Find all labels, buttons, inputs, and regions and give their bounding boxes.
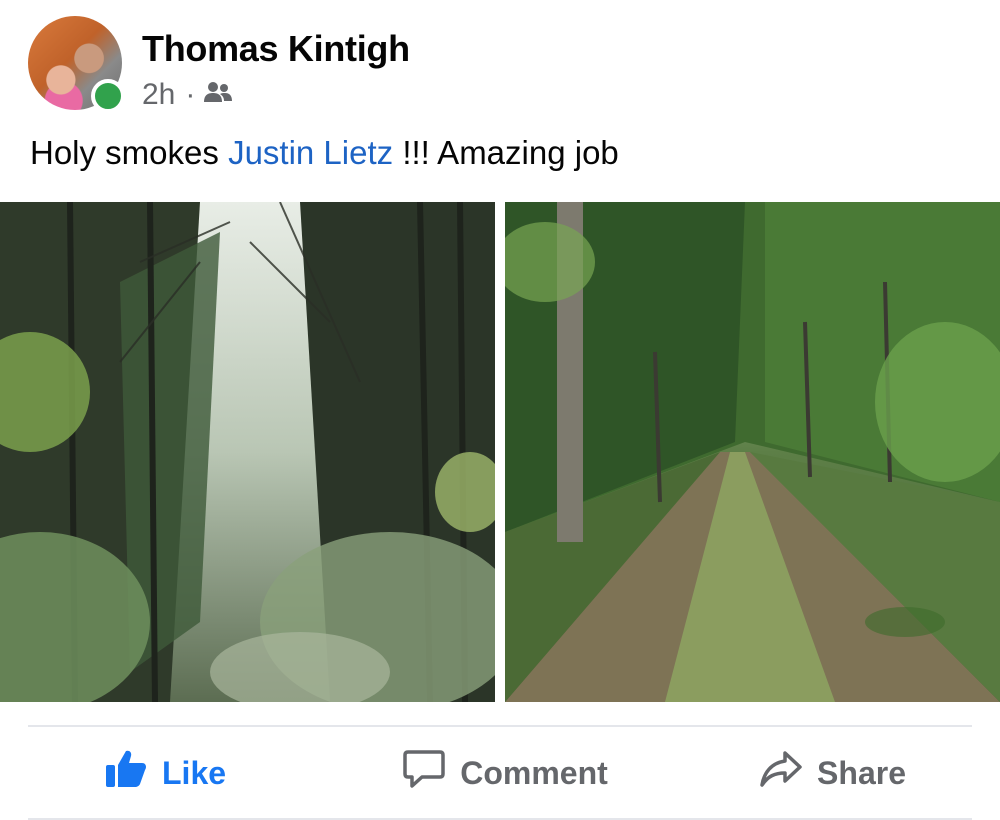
post-text-prefix: Holy smokes: [30, 134, 219, 171]
like-label: Like: [162, 754, 227, 791]
like-button[interactable]: Like: [28, 728, 371, 818]
share-arrow-icon: [759, 749, 817, 797]
post-timestamp[interactable]: 2h: [142, 78, 175, 112]
online-status-indicator: [91, 79, 125, 113]
share-button[interactable]: Share: [639, 728, 972, 818]
actions-divider-top: [28, 725, 972, 727]
post-meta: 2h ·: [142, 78, 233, 112]
photo-forest-canopy[interactable]: [0, 202, 495, 702]
photo-forest-trail[interactable]: [505, 202, 1000, 702]
comment-button[interactable]: Comment: [371, 728, 638, 818]
share-label: Share: [817, 754, 906, 791]
post-text-suffix: !!! Amazing job: [402, 134, 619, 171]
post-actions-bar: Like Comment Share: [28, 728, 972, 818]
mention-link[interactable]: Justin Lietz: [228, 134, 393, 171]
comment-label: Comment: [460, 754, 608, 791]
meta-separator: ·: [185, 78, 196, 111]
friends-icon: [203, 78, 233, 112]
post-header: Thomas Kintigh 2h ·: [28, 16, 968, 113]
speech-bubble-icon: [402, 748, 460, 798]
thumbs-up-icon: [104, 749, 162, 797]
post-text: Holy smokes Justin Lietz !!! Amazing job: [30, 134, 619, 172]
author-name[interactable]: Thomas Kintigh: [142, 28, 410, 70]
